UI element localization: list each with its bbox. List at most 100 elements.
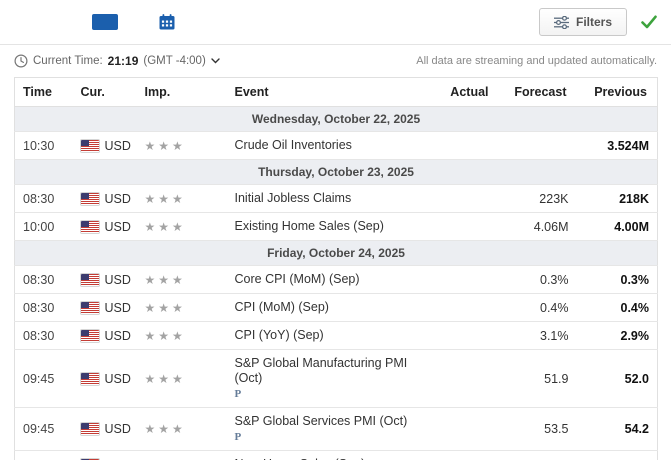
event-row: 08:30 USD ★★★ Initial Jobless Claims 223… xyxy=(15,185,658,213)
event-currency: USD xyxy=(73,350,137,408)
us-flag-icon xyxy=(81,221,99,233)
event-time: 10:00 xyxy=(15,451,73,460)
event-actual xyxy=(439,294,499,322)
currency-code: USD xyxy=(105,329,131,343)
event-forecast xyxy=(499,451,577,460)
col-header-time: Time xyxy=(15,78,73,107)
event-row: 08:30 USD ★★★ CPI (MoM) (Sep) 0.4% 0.4% xyxy=(15,294,658,322)
event-cell: New Home Sales (Sep) xyxy=(227,451,439,460)
date-picker-button[interactable] xyxy=(152,9,182,35)
day-header-row: Wednesday, October 22, 2025 xyxy=(15,107,658,132)
current-time-control[interactable]: Current Time: 21:19 (GMT -4:00) xyxy=(14,54,220,68)
tab-this-week[interactable] xyxy=(92,14,118,30)
event-row: 09:45 USD ★★★ S&P Global Manufacturing P… xyxy=(15,350,658,408)
preliminary-icon: P xyxy=(235,431,431,444)
importance-stars: ★★★ xyxy=(145,192,186,206)
event-cell: CPI (MoM) (Sep) xyxy=(227,294,439,322)
col-header-currency: Cur. xyxy=(73,78,137,107)
day-header-label: Wednesday, October 22, 2025 xyxy=(15,107,658,132)
event-actual xyxy=(439,185,499,213)
event-time: 08:30 xyxy=(15,185,73,213)
event-forecast: 4.06M xyxy=(499,213,577,241)
event-link[interactable]: Core CPI (MoM) (Sep) xyxy=(235,272,360,286)
event-time: 09:45 xyxy=(15,350,73,408)
event-previous: 4.00M xyxy=(577,213,658,241)
event-importance: ★★★ xyxy=(137,213,227,241)
calendar-table: Time Cur. Imp. Event Actual Forecast Pre… xyxy=(14,77,658,460)
importance-stars: ★★★ xyxy=(145,372,186,386)
event-link[interactable]: CPI (MoM) (Sep) xyxy=(235,300,329,314)
topbar: Filters xyxy=(0,0,671,45)
us-flag-icon xyxy=(81,330,99,342)
filters-label: Filters xyxy=(576,15,612,29)
event-forecast xyxy=(499,132,577,160)
economic-calendar-widget: Filters Current Time: 21:19 (GMT -4:00) … xyxy=(0,0,671,460)
tab-today[interactable] xyxy=(36,14,62,30)
tab-yesterday[interactable] xyxy=(8,14,34,30)
event-previous: 218K xyxy=(577,185,658,213)
tab-tomorrow[interactable] xyxy=(64,14,90,30)
event-cell: Crude Oil Inventories xyxy=(227,132,439,160)
col-header-previous: Previous xyxy=(577,78,658,107)
event-cell: CPI (YoY) (Sep) xyxy=(227,322,439,350)
topbar-right: Filters xyxy=(539,8,657,36)
event-time: 08:30 xyxy=(15,266,73,294)
event-row: 10:00 USD ★★★ New Home Sales (Sep) 800K xyxy=(15,451,658,460)
us-flag-icon xyxy=(81,373,99,385)
event-link[interactable]: S&P Global Services PMI (Oct) xyxy=(235,414,408,428)
col-header-event: Event xyxy=(227,78,439,107)
event-link[interactable]: CPI (YoY) (Sep) xyxy=(235,328,324,342)
event-currency: USD xyxy=(73,322,137,350)
event-row: 08:30 USD ★★★ CPI (YoY) (Sep) 3.1% 2.9% xyxy=(15,322,658,350)
date-tabs xyxy=(8,14,146,30)
importance-stars: ★★★ xyxy=(145,139,186,153)
us-flag-icon xyxy=(81,423,99,435)
day-header-row: Thursday, October 23, 2025 xyxy=(15,160,658,185)
event-row: 10:30 USD ★★★ Crude Oil Inventories 3.52… xyxy=(15,132,658,160)
day-header-label: Thursday, October 23, 2025 xyxy=(15,160,658,185)
importance-stars: ★★★ xyxy=(145,301,186,315)
currency-code: USD xyxy=(105,192,131,206)
event-link[interactable]: S&P Global Manufacturing PMI (Oct) xyxy=(235,356,408,385)
event-previous: 52.0 xyxy=(577,350,658,408)
us-flag-icon xyxy=(81,140,99,152)
event-row: 08:30 USD ★★★ Core CPI (MoM) (Sep) 0.3% … xyxy=(15,266,658,294)
currency-code: USD xyxy=(105,220,131,234)
event-cell: Core CPI (MoM) (Sep) xyxy=(227,266,439,294)
filters-button[interactable]: Filters xyxy=(539,8,627,36)
event-row: 10:00 USD ★★★ Existing Home Sales (Sep) … xyxy=(15,213,658,241)
currency-code: USD xyxy=(105,301,131,315)
event-forecast: 0.3% xyxy=(499,266,577,294)
event-forecast: 53.5 xyxy=(499,408,577,451)
event-actual xyxy=(439,322,499,350)
event-cell: S&P Global Manufacturing PMI (Oct) P xyxy=(227,350,439,408)
tab-next-week[interactable] xyxy=(120,14,146,30)
event-link[interactable]: Crude Oil Inventories xyxy=(235,138,352,152)
event-currency: USD xyxy=(73,185,137,213)
us-flag-icon xyxy=(81,302,99,314)
event-actual xyxy=(439,350,499,408)
currency-code: USD xyxy=(105,273,131,287)
day-header-label: Friday, October 24, 2025 xyxy=(15,241,658,266)
event-link[interactable]: Initial Jobless Claims xyxy=(235,191,352,205)
event-forecast: 51.9 xyxy=(499,350,577,408)
event-time: 10:30 xyxy=(15,132,73,160)
event-link[interactable]: Existing Home Sales (Sep) xyxy=(235,219,384,233)
event-time: 08:30 xyxy=(15,294,73,322)
timezone-label: (GMT -4:00) xyxy=(143,55,205,67)
event-previous: 54.2 xyxy=(577,408,658,451)
col-header-actual: Actual xyxy=(439,78,499,107)
event-cell: Existing Home Sales (Sep) xyxy=(227,213,439,241)
table-header-row: Time Cur. Imp. Event Actual Forecast Pre… xyxy=(15,78,658,107)
importance-stars: ★★★ xyxy=(145,422,186,436)
importance-stars: ★★★ xyxy=(145,273,186,287)
us-flag-icon xyxy=(81,274,99,286)
chevron-down-icon[interactable] xyxy=(211,58,220,64)
event-time: 09:45 xyxy=(15,408,73,451)
topbar-left xyxy=(8,9,182,35)
event-previous: 3.524M xyxy=(577,132,658,160)
event-previous: 0.4% xyxy=(577,294,658,322)
event-currency: USD xyxy=(73,408,137,451)
filters-sliders-icon xyxy=(554,16,569,29)
streaming-note: All data are streaming and updated autom… xyxy=(416,55,657,67)
